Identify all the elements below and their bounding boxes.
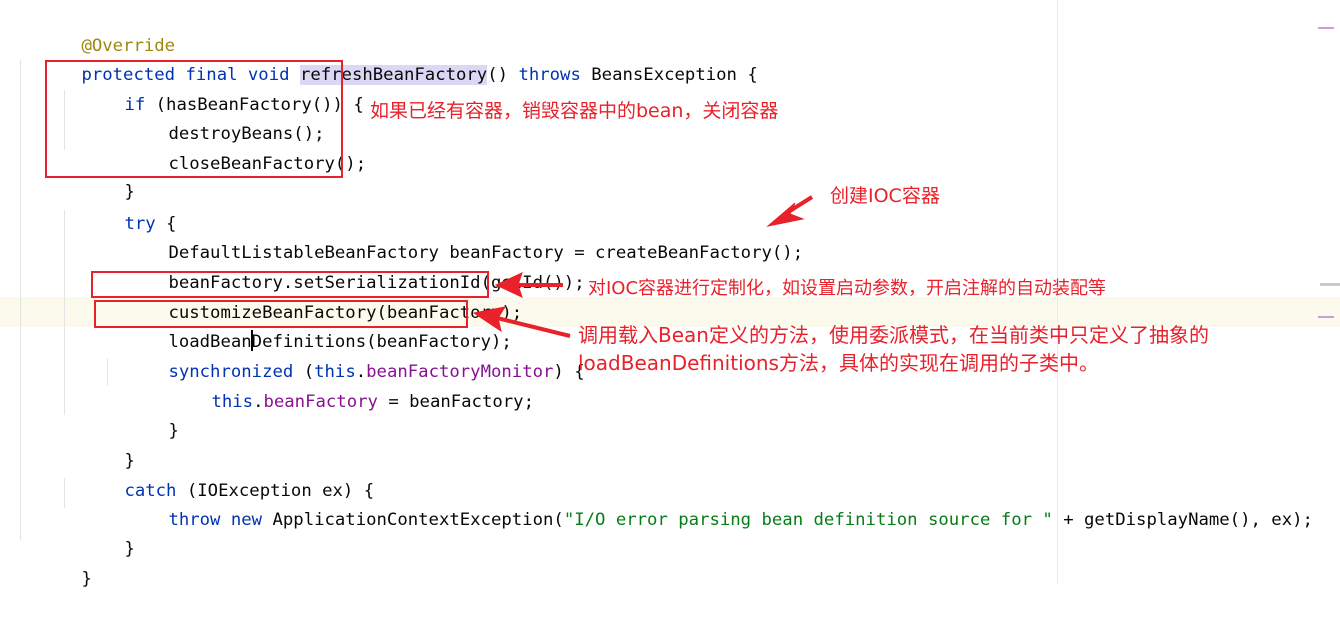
arrow-load	[496, 316, 571, 338]
note-load-line2: loadBeanDefinitions方法，具体的实现在调用的子类中。	[578, 351, 1099, 375]
note-load-line1: 调用载入Bean定义的方法，使用委派模式，在当前类中只定义了抽象的	[578, 323, 1209, 347]
note-create-ioc: 创建IOC容器	[830, 185, 940, 207]
note-destroy-close: 如果已经有容器，销毁容器中的bean，关闭容器	[370, 100, 779, 122]
arrow-head	[494, 272, 523, 298]
note-customize: 对IOC容器进行定制化，如设置启动参数，开启注解的自动装配等	[588, 278, 1107, 299]
